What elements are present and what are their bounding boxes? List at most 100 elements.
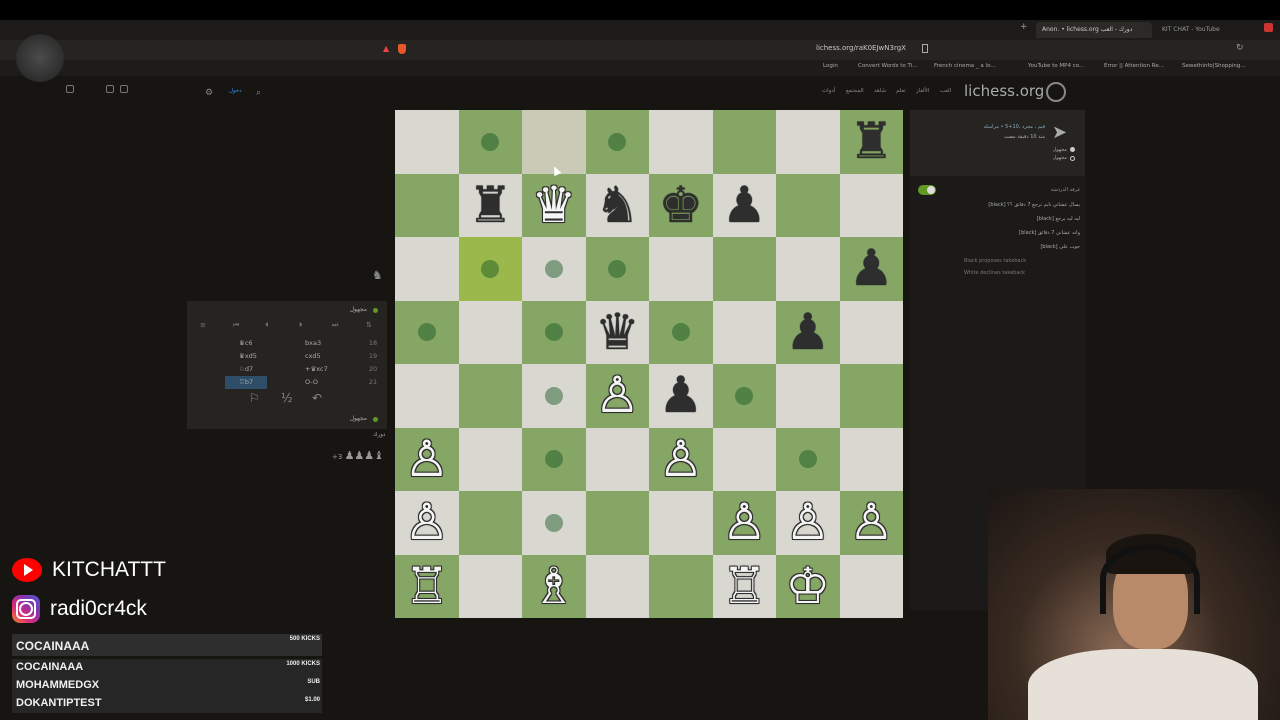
white-piece-a3-icon[interactable]: ♙ [395, 428, 459, 492]
white-piece-f1-icon[interactable]: ♖ [713, 555, 777, 619]
menu-icon[interactable]: ≡ [200, 321, 206, 329]
move-row[interactable]: 19 cxd5 ♛xd5 [187, 350, 387, 363]
lichess-logo[interactable]: lichess.org [964, 82, 1044, 100]
black-player[interactable]: مجهول [1053, 155, 1067, 161]
nav-play[interactable]: العب [940, 88, 951, 94]
square-b5[interactable] [458, 300, 522, 364]
square-h5[interactable] [839, 300, 903, 364]
last-move-icon[interactable]: ⏭ [332, 321, 338, 330]
chat-user[interactable]: [black] [988, 202, 1005, 208]
move-san-selected[interactable]: ♖b7 [225, 376, 268, 389]
bookmark-sewethinfo[interactable]: Sewethinfo|Shopping... [1182, 63, 1246, 69]
square-a8[interactable] [395, 110, 459, 174]
black-piece-f7-icon[interactable]: ♟ [713, 174, 777, 238]
legal-move-dot[interactable] [544, 323, 563, 342]
next-move-icon[interactable]: ⏵ [299, 321, 303, 330]
square-f3[interactable] [712, 427, 776, 491]
legal-move-dot[interactable] [481, 132, 500, 151]
tab-lichess[interactable]: Anon. • lichess.org دورك - العب [1036, 22, 1152, 38]
nav-puzzles[interactable]: الألغاز [916, 88, 929, 94]
bookmark-login[interactable]: Login [823, 63, 838, 69]
square-f8[interactable] [712, 110, 776, 174]
move-san[interactable]: O-O [305, 376, 318, 389]
white-piece-c1-icon[interactable]: ♗ [522, 555, 586, 619]
settings-gear-icon[interactable]: ⚙ [205, 88, 213, 98]
legal-move-dot[interactable] [798, 450, 817, 469]
white-piece-c7-icon[interactable]: ♛ [522, 174, 586, 238]
move-san[interactable]: ♘d7 [239, 363, 253, 376]
move-san[interactable]: ♛xd5 [239, 350, 257, 363]
square-f5[interactable] [712, 300, 776, 364]
square-a4[interactable] [395, 364, 459, 428]
nav-learn[interactable]: تعلم [896, 88, 906, 94]
chat-toggle[interactable] [918, 185, 936, 195]
close-window-icon[interactable] [1264, 23, 1273, 32]
chat-user[interactable]: [black] [1037, 216, 1054, 222]
new-tab-icon[interactable]: + [1020, 22, 1028, 32]
square-g6[interactable] [776, 237, 840, 301]
black-piece-h8-icon[interactable]: ♜ [840, 110, 904, 174]
legal-move-dot[interactable] [417, 323, 436, 342]
nav-community[interactable]: المجتمع [846, 88, 864, 94]
white-piece-h2-icon[interactable]: ♙ [840, 491, 904, 555]
square-b2[interactable] [458, 491, 522, 555]
resign-flag-icon[interactable]: ⚐ [249, 391, 260, 405]
square-b4[interactable] [458, 364, 522, 428]
search-icon[interactable]: ⌕ [256, 88, 261, 98]
square-c8[interactable] [522, 110, 586, 174]
white-piece-g1-icon[interactable]: ♔ [776, 555, 840, 619]
bookmark-error[interactable]: Error || Attention Re... [1104, 63, 1164, 69]
move-row[interactable]: 21 O-O ♖b7 [187, 376, 387, 389]
brave-shield-icon[interactable] [398, 44, 406, 54]
bookmark-convert[interactable]: Convert Words to Ti... [858, 63, 917, 69]
square-e2[interactable] [649, 491, 713, 555]
chat-user[interactable]: [black] [1019, 230, 1036, 236]
square-a7[interactable] [395, 173, 459, 237]
legal-move-dot[interactable] [735, 386, 754, 405]
white-player[interactable]: مجهول [1053, 147, 1067, 153]
bookmark-french[interactable]: French cinema _ a lo... [934, 63, 996, 69]
square-f6[interactable] [712, 237, 776, 301]
square-e8[interactable] [649, 110, 713, 174]
bookmark-youtube-mp4[interactable]: YouTube to MP4 co... [1028, 63, 1084, 69]
warning-icon[interactable]: ▲ [383, 44, 389, 53]
chat-user[interactable]: [black] [1040, 244, 1057, 250]
black-piece-d7-icon[interactable]: ♞ [586, 174, 650, 238]
legal-move-dot[interactable] [544, 450, 563, 469]
black-piece-d5-icon[interactable]: ♛ [586, 301, 650, 365]
bookmark-page-icon[interactable] [922, 44, 928, 53]
move-row[interactable]: 18 bxa3 ♛c6 [187, 337, 387, 350]
square-g8[interactable] [776, 110, 840, 174]
top-player-name[interactable]: مجهول [350, 306, 367, 313]
tab-youtube[interactable]: KIT CHAT - YouTube [1156, 22, 1256, 38]
white-piece-f2-icon[interactable]: ♙ [713, 491, 777, 555]
offer-draw-button[interactable]: ½ [281, 391, 293, 405]
legal-move-dot[interactable] [544, 513, 563, 532]
nav-tools[interactable]: أدوات [822, 88, 835, 94]
white-piece-e3-icon[interactable]: ♙ [649, 428, 713, 492]
legal-move-dot[interactable] [481, 259, 500, 278]
square-h3[interactable] [839, 427, 903, 491]
nav-watch[interactable]: شاهد [874, 88, 886, 94]
square-g4[interactable] [776, 364, 840, 428]
bottom-player-name[interactable]: مجهول [350, 415, 367, 422]
square-d3[interactable] [585, 427, 649, 491]
tab-grid-icon[interactable] [106, 85, 114, 93]
white-piece-a2-icon[interactable]: ♙ [395, 491, 459, 555]
black-piece-g5-icon[interactable]: ♟ [776, 301, 840, 365]
square-b1[interactable] [458, 554, 522, 618]
legal-move-dot[interactable] [608, 259, 627, 278]
white-piece-g2-icon[interactable]: ♙ [776, 491, 840, 555]
prev-move-icon[interactable]: ⏴ [265, 321, 269, 330]
black-piece-e4-icon[interactable]: ♟ [649, 364, 713, 428]
black-piece-b7-icon[interactable]: ♜ [459, 174, 523, 238]
square-h1[interactable] [839, 554, 903, 618]
move-san[interactable]: cxd5 [305, 350, 321, 363]
legal-move-dot[interactable] [608, 132, 627, 151]
black-piece-e7-icon[interactable]: ♚ [649, 174, 713, 238]
square-d1[interactable] [585, 554, 649, 618]
white-piece-a1-icon[interactable]: ♖ [395, 555, 459, 619]
legal-move-dot[interactable] [544, 259, 563, 278]
flip-board-icon[interactable]: ⇅ [366, 321, 372, 329]
address-bar[interactable]: lichess.org/raK0EJwN3rgX [816, 44, 906, 52]
